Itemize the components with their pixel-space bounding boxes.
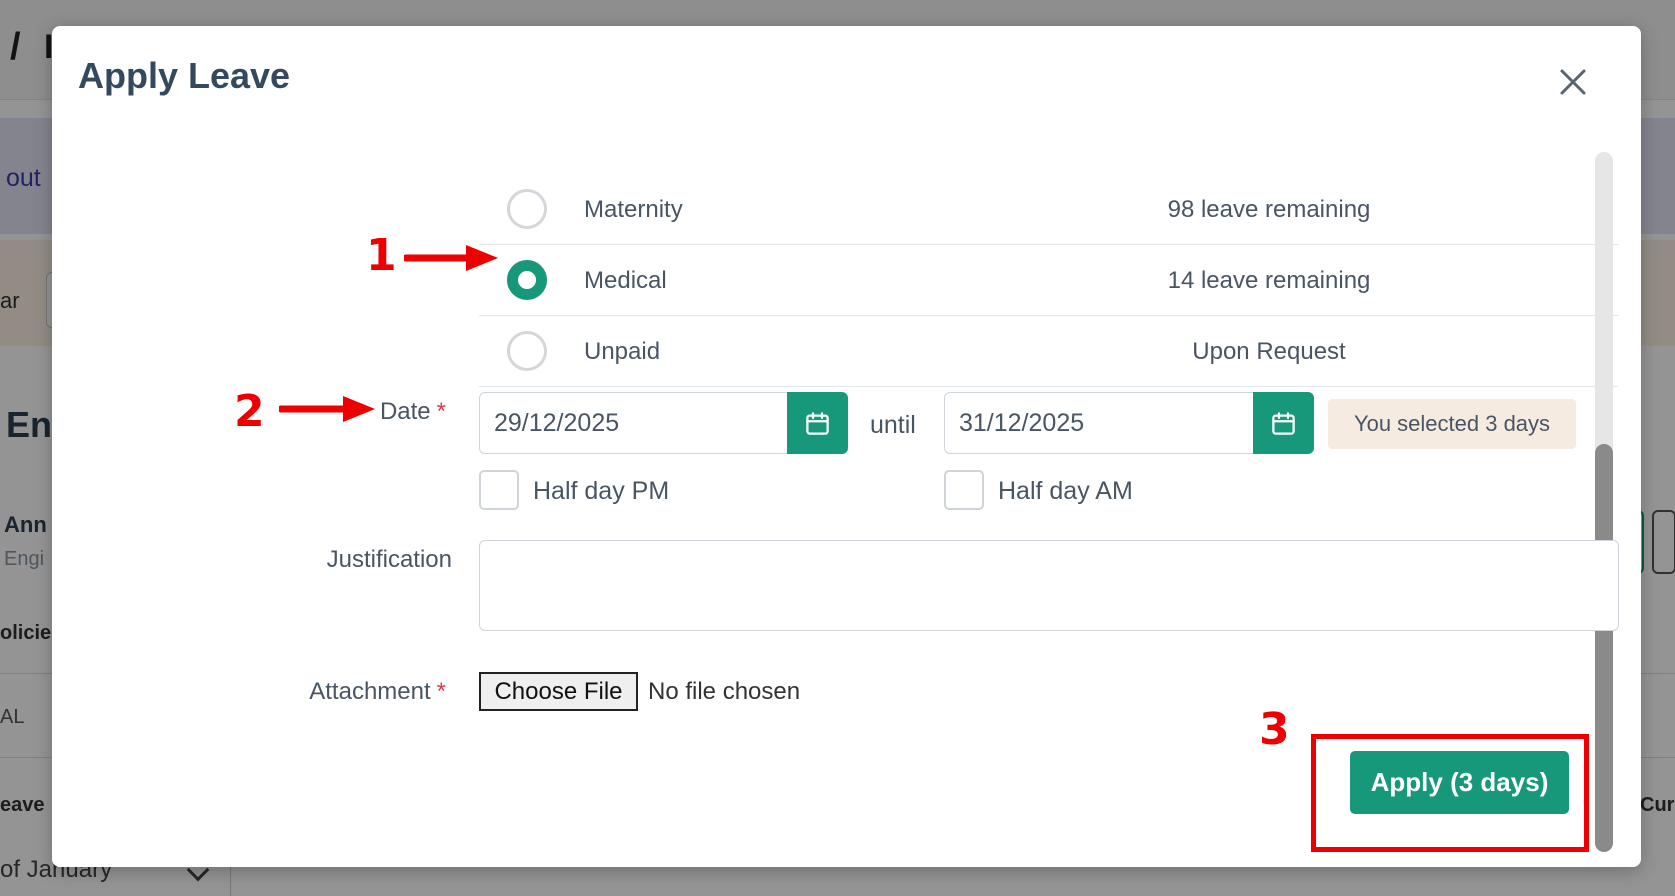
radio-maternity[interactable] — [507, 189, 547, 229]
leave-type-label: Maternity — [584, 196, 683, 223]
justification-label: Justification — [326, 546, 452, 573]
annotation-step-3: 3 — [1259, 704, 1290, 755]
leave-option-medical[interactable]: Medical 14 leave remaining — [479, 245, 1618, 316]
half-day-am-label[interactable]: Half day AM — [998, 477, 1133, 506]
apply-button[interactable]: Apply (3 days) — [1350, 751, 1569, 814]
annotation-step-2: 2 — [234, 386, 265, 437]
selected-days-badge: You selected 3 days — [1328, 399, 1576, 449]
date-label: Date * — [379, 398, 446, 425]
scrollbar-thumb[interactable] — [1595, 444, 1613, 852]
close-button[interactable] — [1557, 66, 1589, 98]
leave-option-unpaid[interactable]: Unpaid Upon Request — [479, 316, 1618, 387]
leave-remaining: 98 leave remaining — [1167, 196, 1371, 223]
end-date-calendar-button[interactable] — [1253, 392, 1314, 454]
until-label: until — [870, 411, 916, 439]
file-status: No file chosen — [648, 678, 801, 705]
apply-leave-modal: Apply Leave Maternity 98 leave remaining… — [52, 26, 1641, 867]
annotation-step-1: 1 — [366, 230, 397, 281]
justification-textarea[interactable] — [479, 540, 1619, 631]
leave-type-label: Medical — [584, 267, 667, 294]
radio-medical[interactable] — [507, 260, 547, 300]
half-day-am-checkbox[interactable] — [944, 470, 984, 510]
end-date-input[interactable]: 31/12/2025 — [944, 392, 1254, 454]
choose-file-button[interactable]: Choose File — [479, 672, 638, 711]
half-day-pm-checkbox[interactable] — [479, 470, 519, 510]
attachment-label: Attachment * — [309, 678, 446, 705]
leave-remaining: 14 leave remaining — [1167, 267, 1371, 294]
modal-title: Apply Leave — [78, 55, 291, 96]
close-icon — [1560, 69, 1586, 95]
annotation-arrow-icon — [404, 245, 498, 271]
calendar-icon — [806, 412, 829, 435]
leave-option-maternity[interactable]: Maternity 98 leave remaining — [479, 174, 1618, 245]
radio-unpaid[interactable] — [507, 331, 547, 371]
leave-remaining: Upon Request — [1192, 338, 1346, 365]
calendar-icon — [1272, 412, 1295, 435]
leave-type-label: Unpaid — [584, 338, 661, 365]
half-day-pm-label[interactable]: Half day PM — [533, 477, 669, 506]
start-date-input[interactable]: 29/12/2025 — [479, 392, 788, 454]
start-date-calendar-button[interactable] — [787, 392, 848, 454]
